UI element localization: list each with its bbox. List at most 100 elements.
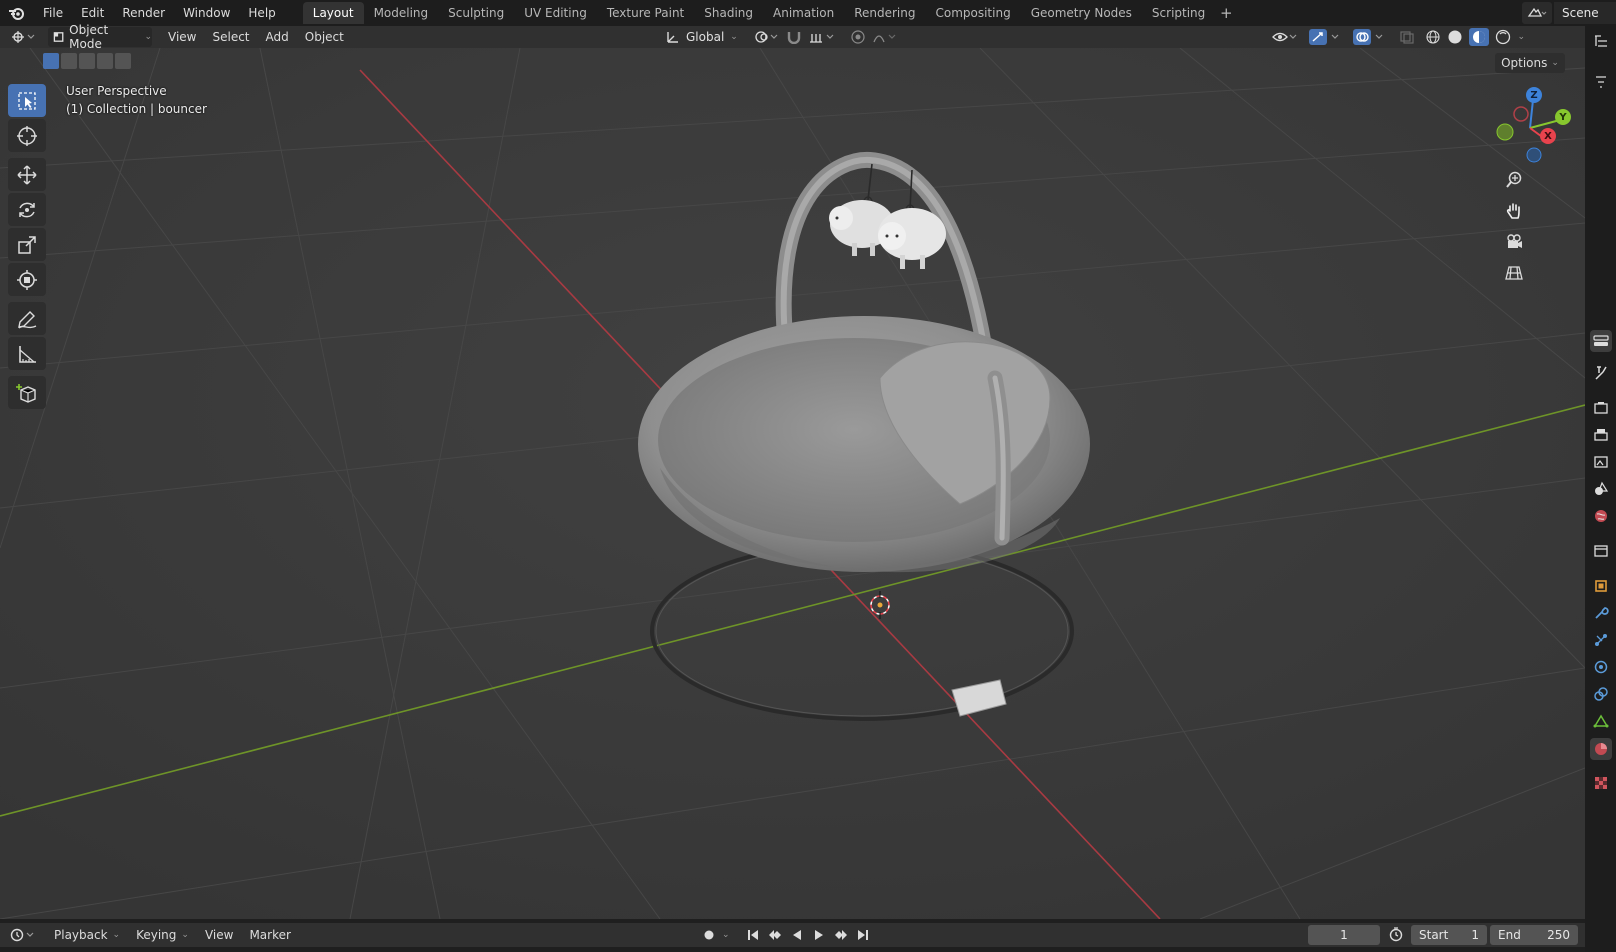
options-dropdown[interactable]: Options ⌄ <box>1495 53 1565 73</box>
shading-rendered-button[interactable] <box>1495 29 1511 45</box>
tool-rotate[interactable] <box>8 193 46 226</box>
tab-texture-properties[interactable] <box>1590 772 1612 794</box>
menu-add[interactable]: Add <box>258 30 297 44</box>
tool-scale[interactable] <box>8 228 46 261</box>
tab-rendering[interactable]: Rendering <box>844 2 925 24</box>
tab-output-properties[interactable] <box>1590 424 1612 446</box>
gizmo-toggle[interactable] <box>1309 29 1343 45</box>
camera-icon <box>1507 234 1522 248</box>
jump-to-end-button[interactable] <box>854 926 872 944</box>
tab-physics-properties[interactable] <box>1590 656 1612 678</box>
tab-world-properties[interactable] <box>1590 505 1612 527</box>
menu-file[interactable]: File <box>34 0 72 26</box>
tab-modeling[interactable]: Modeling <box>364 2 439 24</box>
pivot-point-button[interactable] <box>754 30 780 44</box>
outliner-toggle[interactable] <box>1590 30 1612 52</box>
mode-dropdown[interactable]: Object Mode ⌄ <box>48 23 152 51</box>
properties-header-toggle[interactable] <box>1590 330 1612 352</box>
menu-keying[interactable]: Keying ⌄ <box>128 928 197 942</box>
pan-button[interactable] <box>1501 198 1527 224</box>
menu-playback[interactable]: Playback ⌄ <box>46 928 128 942</box>
tool-annotate[interactable] <box>8 302 46 335</box>
auto-keying-toggle[interactable] <box>700 926 718 944</box>
visibility-dropdown[interactable] <box>1271 30 1299 44</box>
tab-sculpting[interactable]: Sculpting <box>438 2 514 24</box>
play-button[interactable] <box>810 926 828 944</box>
snap-toggle[interactable] <box>786 30 802 44</box>
current-frame-field[interactable]: 1 <box>1308 925 1380 945</box>
tab-material-properties[interactable] <box>1590 738 1612 760</box>
menu-marker[interactable]: Marker <box>241 928 298 942</box>
tab-shading[interactable]: Shading <box>694 2 763 24</box>
jump-prev-keyframe-button[interactable] <box>766 926 784 944</box>
tab-view-layer-properties[interactable] <box>1590 451 1612 473</box>
tool-select-box[interactable] <box>8 84 46 117</box>
tab-layout[interactable]: Layout <box>302 2 364 24</box>
tab-scripting[interactable]: Scripting <box>1142 2 1215 24</box>
shading-solid-button[interactable] <box>1447 29 1463 45</box>
select-intersect-button[interactable] <box>115 53 131 69</box>
add-cube-icon <box>16 383 36 403</box>
tool-measure[interactable] <box>8 337 46 370</box>
select-subtract-button[interactable] <box>79 53 95 69</box>
gizmo-z-button[interactable]: Z <box>1526 87 1542 103</box>
chevron-down-icon[interactable]: ⌄ <box>722 930 730 940</box>
tab-compositing[interactable]: Compositing <box>925 2 1020 24</box>
tab-scene-properties[interactable] <box>1590 478 1612 500</box>
menu-timeline-view[interactable]: View <box>197 928 241 942</box>
select-extend-button[interactable] <box>61 53 77 69</box>
proportional-edit-toggle[interactable] <box>850 30 866 44</box>
menu-window[interactable]: Window <box>174 0 239 26</box>
tab-geometry-nodes[interactable]: Geometry Nodes <box>1021 2 1142 24</box>
scene-name-field[interactable]: Scene <box>1554 2 1616 24</box>
camera-view-button[interactable] <box>1501 229 1527 255</box>
tab-texture-paint[interactable]: Texture Paint <box>597 2 694 24</box>
shading-material-button[interactable] <box>1469 28 1490 46</box>
preview-range-toggle[interactable] <box>1388 926 1404 945</box>
tool-move[interactable] <box>8 158 46 191</box>
3d-viewport[interactable]: Z Y X User Perspective (1) Collection | … <box>0 48 1585 919</box>
tab-uv-editing[interactable]: UV Editing <box>514 2 597 24</box>
tab-particle-properties[interactable] <box>1590 629 1612 651</box>
end-frame-field[interactable]: End 250 <box>1490 925 1578 945</box>
zoom-button[interactable] <box>1501 167 1527 193</box>
tab-render-properties[interactable] <box>1590 397 1612 419</box>
chevron-down-icon[interactable]: ⌄ <box>1517 32 1525 42</box>
select-invert-button[interactable] <box>97 53 113 69</box>
tab-constraint-properties[interactable] <box>1590 683 1612 705</box>
gizmo-y-button[interactable]: Y <box>1555 109 1571 125</box>
select-new-button[interactable] <box>43 53 59 69</box>
tab-animation[interactable]: Animation <box>763 2 844 24</box>
add-workspace-button[interactable]: + <box>1215 4 1237 22</box>
blender-logo-icon[interactable] <box>0 0 34 26</box>
projection-toggle-button[interactable] <box>1501 260 1527 286</box>
proportional-falloff-dropdown[interactable] <box>872 30 898 44</box>
outliner-filter[interactable] <box>1590 71 1612 93</box>
timeline-editor-type[interactable] <box>0 928 46 942</box>
tool-transform[interactable] <box>8 263 46 296</box>
tab-object-properties[interactable] <box>1590 575 1612 597</box>
tab-collection-properties[interactable] <box>1590 540 1612 562</box>
gizmo-x-button[interactable]: X <box>1540 128 1556 144</box>
start-frame-field[interactable]: Start 1 <box>1411 925 1487 945</box>
menu-select[interactable]: Select <box>204 30 257 44</box>
tab-data-properties[interactable] <box>1590 710 1612 732</box>
xray-toggle[interactable] <box>1399 30 1415 44</box>
scene-icon[interactable] <box>1522 2 1552 24</box>
jump-next-keyframe-button[interactable] <box>832 926 850 944</box>
play-reverse-button[interactable] <box>788 926 806 944</box>
menu-object[interactable]: Object <box>297 30 352 44</box>
orientation-dropdown[interactable]: Global ⌄ <box>666 30 738 44</box>
tab-modifier-properties[interactable] <box>1590 602 1612 624</box>
tool-cursor[interactable] <box>8 119 46 152</box>
jump-to-start-button[interactable] <box>744 926 762 944</box>
outliner-icon <box>1595 35 1607 47</box>
snap-target-dropdown[interactable] <box>808 30 836 44</box>
menu-view[interactable]: View <box>160 30 204 44</box>
tool-add-cube[interactable] <box>8 376 46 409</box>
shading-wireframe-button[interactable] <box>1425 29 1441 45</box>
overlays-toggle[interactable] <box>1353 29 1387 45</box>
tab-tool-properties[interactable] <box>1590 362 1612 384</box>
editor-type-button[interactable] <box>6 27 42 47</box>
menu-help[interactable]: Help <box>239 0 284 26</box>
